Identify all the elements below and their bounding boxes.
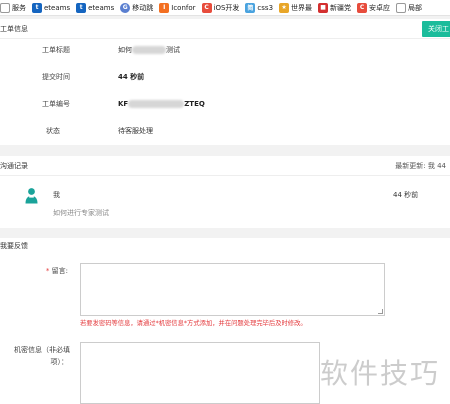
message-sender: 我 <box>53 191 60 199</box>
ticket-number-value-start: KF <box>118 100 129 108</box>
latest-update-text: 最新更新: 我 44 <box>395 162 446 170</box>
ticket-number-value-end: ZTEQ <box>184 100 205 108</box>
ticket-number-value: KF ZTEQ <box>118 97 205 111</box>
bookmark-label: Iconfor <box>171 3 196 12</box>
secret-info-textarea[interactable] <box>80 342 320 404</box>
redacted-text <box>132 46 166 54</box>
resize-handle-icon[interactable] <box>378 309 383 314</box>
secret-info-warning: 若要发密码等信息，请通过*机密信息*方式添加，并在问题处理完毕后及时修改。 <box>80 320 307 327</box>
secret-info-label-line2: 项）： <box>50 358 69 366</box>
watermark-text: 软件技巧 <box>320 357 441 390</box>
communication-title: 沟通记录 <box>0 161 28 170</box>
bookmark-item[interactable]: t eteams <box>74 1 117 15</box>
bookmark-item[interactable]: ★ 世界最 <box>277 1 315 15</box>
message-time: 44 秒前 <box>393 191 419 199</box>
iconfont-icon: I <box>159 2 170 13</box>
csdn-icon: C <box>357 2 368 13</box>
ticket-title-value: 如何 测试 <box>118 43 180 57</box>
eteams-icon: t <box>32 2 42 13</box>
bookmark-label: css3 <box>257 3 274 12</box>
message-label-text: 留言: <box>51 267 68 275</box>
bookmark-icon <box>0 2 10 13</box>
bookmark-item[interactable]: 局部 <box>394 1 425 15</box>
ticket-info-card: 工单信息 关闭工 工单标题 如何 测试 提交时间 44 秒前 工单编号 KF ZTE… <box>0 19 450 145</box>
submit-time-row: 提交时间 44 秒前 <box>0 70 450 84</box>
bookmarks-bar: 服务 t eteams t eteams G 移动跳 I Iconfor CiOS开发简 css3 ★… <box>0 0 450 16</box>
flame-icon: ★ <box>279 2 290 13</box>
ticket-number-label: 工单编号 <box>42 100 70 108</box>
ticket-title-label: 工单标题 <box>42 46 70 54</box>
bookmark-item[interactable]: I Iconfor <box>157 1 198 15</box>
bookmark-item[interactable]: G 移动跳 <box>118 1 156 15</box>
ticket-info-header: 工单信息 关闭工 <box>0 19 450 39</box>
communication-header: 沟通记录 最新更新: 我 44 <box>0 156 450 176</box>
eteams-icon: t <box>76 2 87 13</box>
close-ticket-button[interactable]: 关闭工 <box>422 21 450 37</box>
ticket-number-row: 工单编号 KF ZTEQ <box>0 97 450 111</box>
bookmark-item[interactable]: CiOS开发 <box>200 1 243 15</box>
ticket-title-row: 工单标题 如何 测试 <box>0 43 450 57</box>
ticket-info-title: 工单信息 <box>0 24 28 33</box>
status-value: 待客服处理 <box>118 127 153 135</box>
status-row: 状态 待客服处理 <box>0 124 450 138</box>
feedback-title: 我要反馈 <box>0 242 28 250</box>
ticket-title-value-start: 如何 <box>118 46 132 54</box>
user-avatar-icon <box>25 188 38 204</box>
bookmark-item[interactable]: C 安卓应 <box>355 1 393 15</box>
bookmark-label: 世界最 <box>291 3 313 12</box>
redacted-text <box>128 100 185 108</box>
message-textarea[interactable] <box>80 263 385 316</box>
bookmark-item[interactable]: ■ 新疆党 <box>316 1 354 15</box>
bookmark-label: iOS开发 <box>213 3 240 12</box>
flag-icon: ■ <box>318 2 329 13</box>
submit-time-label: 提交时间 <box>42 73 70 81</box>
bookmark-label: eteams <box>44 3 71 12</box>
required-mark: * <box>45 267 50 275</box>
bookmark-label: 移动跳 <box>132 3 154 12</box>
status-label: 状态 <box>46 127 60 135</box>
bookmark-label: 安卓应 <box>369 3 391 12</box>
communication-card: 沟通记录 最新更新: 我 44 我 如何进行专家测试 44 秒前 <box>0 156 450 228</box>
message-text: 如何进行专家测试 <box>53 209 109 217</box>
secret-info-label-line1: 机密信息（非必填 <box>14 346 70 354</box>
bookmark-label: 服务 <box>12 3 26 12</box>
bookmark-item[interactable]: t eteams <box>30 1 73 15</box>
bookmark-label: 新疆党 <box>330 3 352 12</box>
blue-globe-icon: G <box>120 2 131 13</box>
message-label: * 留言: <box>30 266 68 276</box>
csdn-icon: C <box>201 2 212 13</box>
bookmark-label: 局部 <box>408 3 423 12</box>
css-icon: 简 <box>245 2 256 13</box>
bookmark-label: eteams <box>88 3 115 12</box>
submit-time-value: 44 秒前 <box>118 73 145 81</box>
bookmark-item[interactable]: 简 css3 <box>243 1 276 15</box>
bookmark-item[interactable]: 服务 <box>0 1 29 15</box>
secret-info-label: 机密信息（非必填 项）： <box>8 345 70 367</box>
feedback-header: 我要反馈 <box>0 238 450 254</box>
ticket-title-value-end: 测试 <box>166 46 180 54</box>
page-icon <box>396 2 407 13</box>
